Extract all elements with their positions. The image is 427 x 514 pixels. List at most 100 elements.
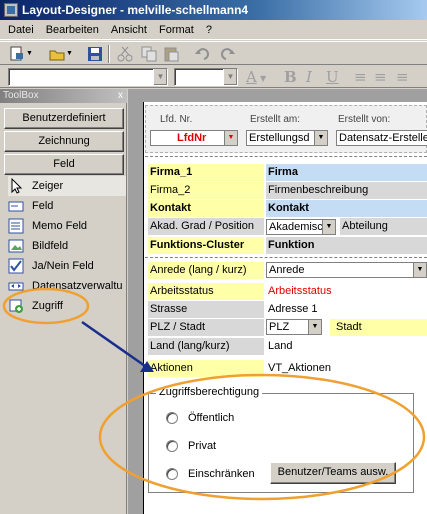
erstellt-von-value: Datensatz-Ersteller [339, 132, 427, 144]
tool-label: Zeiger [32, 180, 64, 192]
chevron-down-icon[interactable]: ▼ [413, 263, 426, 277]
field-land[interactable]: Land [266, 338, 427, 355]
field-adresse-1[interactable]: Adresse 1 [266, 301, 427, 318]
cut-icon[interactable] [116, 45, 134, 63]
label-arbeitsstatus[interactable]: Arbeitsstatus [148, 283, 264, 300]
tool-zugriff[interactable]: Zugriff [8, 296, 126, 316]
new-icon[interactable] [8, 45, 26, 63]
paste-icon[interactable] [162, 45, 180, 63]
field-akademisch[interactable]: Akademisc ▼ [266, 219, 336, 235]
font-name-combo[interactable]: ▼ [8, 68, 168, 86]
chevron-down-icon[interactable]: ▼ [153, 69, 167, 85]
select-users-teams-button[interactable]: Benutzer/Teams ausw. [270, 462, 396, 484]
field-kontakt[interactable]: Kontakt [266, 200, 427, 217]
access-icon [8, 298, 24, 314]
chevron-down-icon[interactable]: ▼ [223, 69, 237, 85]
format-toolbar: ▼ ▼ A ▼ B I U ≡ ≡ ≡ [0, 66, 427, 88]
standard-toolbar: ▼ ▼ [0, 41, 427, 65]
radio-button-icon[interactable] [166, 468, 178, 480]
toolbox-tab-feld[interactable]: Feld [4, 154, 124, 175]
toolbox-header: ToolBox x [0, 89, 127, 103]
label-firma-1[interactable]: Firma_1 [148, 164, 264, 181]
field-akademisch-value: Akademisc [269, 221, 323, 233]
field-plz-value: PLZ [269, 321, 290, 333]
radio-oeffentlich[interactable]: Öffentlich [166, 412, 234, 424]
redo-icon[interactable] [218, 45, 236, 63]
erstellt-von-field[interactable]: Datensatz-Ersteller [336, 130, 427, 146]
undo-icon[interactable] [194, 45, 212, 63]
chevron-down-icon[interactable]: ▼ [224, 131, 237, 145]
toolbox-tab-zeichnung[interactable]: Zeichnung [4, 131, 124, 152]
menu-format[interactable]: Format [155, 24, 202, 36]
font-color-dropdown-icon[interactable]: ▼ [260, 74, 266, 83]
underline-icon[interactable]: U [326, 68, 339, 86]
label-firma-2[interactable]: Firma_2 [148, 182, 264, 199]
chevron-down-icon[interactable]: ▼ [308, 320, 321, 334]
erstellt-am-field[interactable]: Erstellungsd ▼ [246, 130, 328, 146]
chevron-down-icon[interactable]: ▼ [322, 220, 335, 234]
tool-feld[interactable]: Feld [8, 196, 126, 216]
align-center-icon[interactable]: ≡ [374, 68, 387, 86]
window-title: Layout-Designer - melville-schellmann4 [22, 3, 249, 17]
title-bar: Layout-Designer - melville-schellmann4 [0, 0, 427, 20]
copy-icon[interactable] [140, 45, 158, 63]
tool-label: Feld [32, 200, 54, 212]
lfd-nr-field[interactable]: LfdNr ▼ [150, 130, 238, 146]
toolbar-separator [108, 45, 110, 63]
section-divider [145, 156, 427, 157]
label-plz-stadt[interactable]: PLZ / Stadt [148, 319, 264, 336]
chevron-down-icon[interactable]: ▼ [314, 131, 327, 145]
field-anrede-value: Anrede [269, 264, 305, 276]
radio-privat[interactable]: Privat [166, 440, 216, 452]
tool-datensatzverwaltung[interactable]: Datensatzverwaltu [8, 276, 126, 296]
tool-bildfeld[interactable]: Bildfeld [8, 236, 126, 256]
lfd-nr-value: LfdNr [177, 132, 207, 144]
label-anrede[interactable]: Anrede (lang / kurz) [148, 262, 264, 279]
label-kontakt[interactable]: Kontakt [148, 200, 264, 217]
field-funktion[interactable]: Funktion [266, 237, 427, 254]
field-abteilung[interactable]: Abteilung [340, 218, 427, 235]
open-dropdown-icon[interactable]: ▼ [66, 45, 74, 63]
field-stadt[interactable]: Stadt [330, 319, 427, 336]
new-dropdown-icon[interactable]: ▼ [26, 45, 34, 63]
field-vt-aktionen[interactable]: VT_Aktionen [266, 360, 427, 377]
tool-zeiger[interactable]: Zeiger [8, 176, 126, 196]
radio-label: Privat [188, 440, 217, 452]
label-funktions-cluster[interactable]: Funktions-Cluster [148, 237, 264, 254]
font-size-combo[interactable]: ▼ [174, 68, 238, 86]
radio-label: Öffentlich [188, 412, 235, 424]
save-icon[interactable] [86, 45, 104, 63]
label-akad-grad[interactable]: Akad. Grad / Position [148, 218, 264, 235]
field-anrede[interactable]: Anrede ▼ [266, 262, 427, 278]
label-strasse[interactable]: Strasse [148, 301, 264, 318]
label-aktionen[interactable]: Aktionen [148, 360, 264, 377]
field-arbeitsstatus[interactable]: Arbeitsstatus [266, 283, 427, 300]
menu-ansicht[interactable]: Ansicht [107, 24, 155, 36]
radio-button-icon[interactable] [166, 440, 178, 452]
field-plz[interactable]: PLZ ▼ [266, 319, 322, 335]
menu-help[interactable]: ? [202, 24, 220, 36]
close-icon[interactable]: x [118, 89, 123, 103]
erstellt-am-value: Erstellungsd [249, 132, 310, 144]
menu-datei[interactable]: Datei [4, 24, 42, 36]
field-icon [8, 198, 24, 214]
label-land[interactable]: Land (lang/kurz) [148, 338, 264, 355]
bold-icon[interactable]: B [284, 68, 297, 86]
open-icon[interactable] [48, 45, 66, 63]
app-icon [4, 3, 18, 17]
tool-ja-nein-feld[interactable]: Ja/Nein Feld [8, 256, 126, 276]
field-firma[interactable]: Firma [266, 164, 427, 181]
tool-label: Bildfeld [32, 240, 69, 252]
align-right-icon[interactable]: ≡ [396, 68, 409, 86]
tool-label: Memo Feld [32, 220, 88, 232]
italic-icon[interactable]: I [306, 68, 312, 86]
menu-bearbeiten[interactable]: Bearbeiten [42, 24, 107, 36]
radio-button-icon[interactable] [166, 412, 178, 424]
field-firmenbeschreibung[interactable]: Firmenbeschreibung [266, 182, 427, 199]
font-color-icon[interactable]: A [246, 68, 257, 86]
align-left-icon[interactable]: ≡ [354, 68, 367, 86]
toolbox-tab-benutzerdefiniert[interactable]: Benutzerdefiniert [4, 108, 124, 129]
tool-memo-feld[interactable]: Memo Feld [8, 216, 126, 236]
lfd-nr-label: Lfd. Nr. [160, 114, 193, 125]
radio-einschraenken[interactable]: Einschränken [166, 468, 255, 480]
